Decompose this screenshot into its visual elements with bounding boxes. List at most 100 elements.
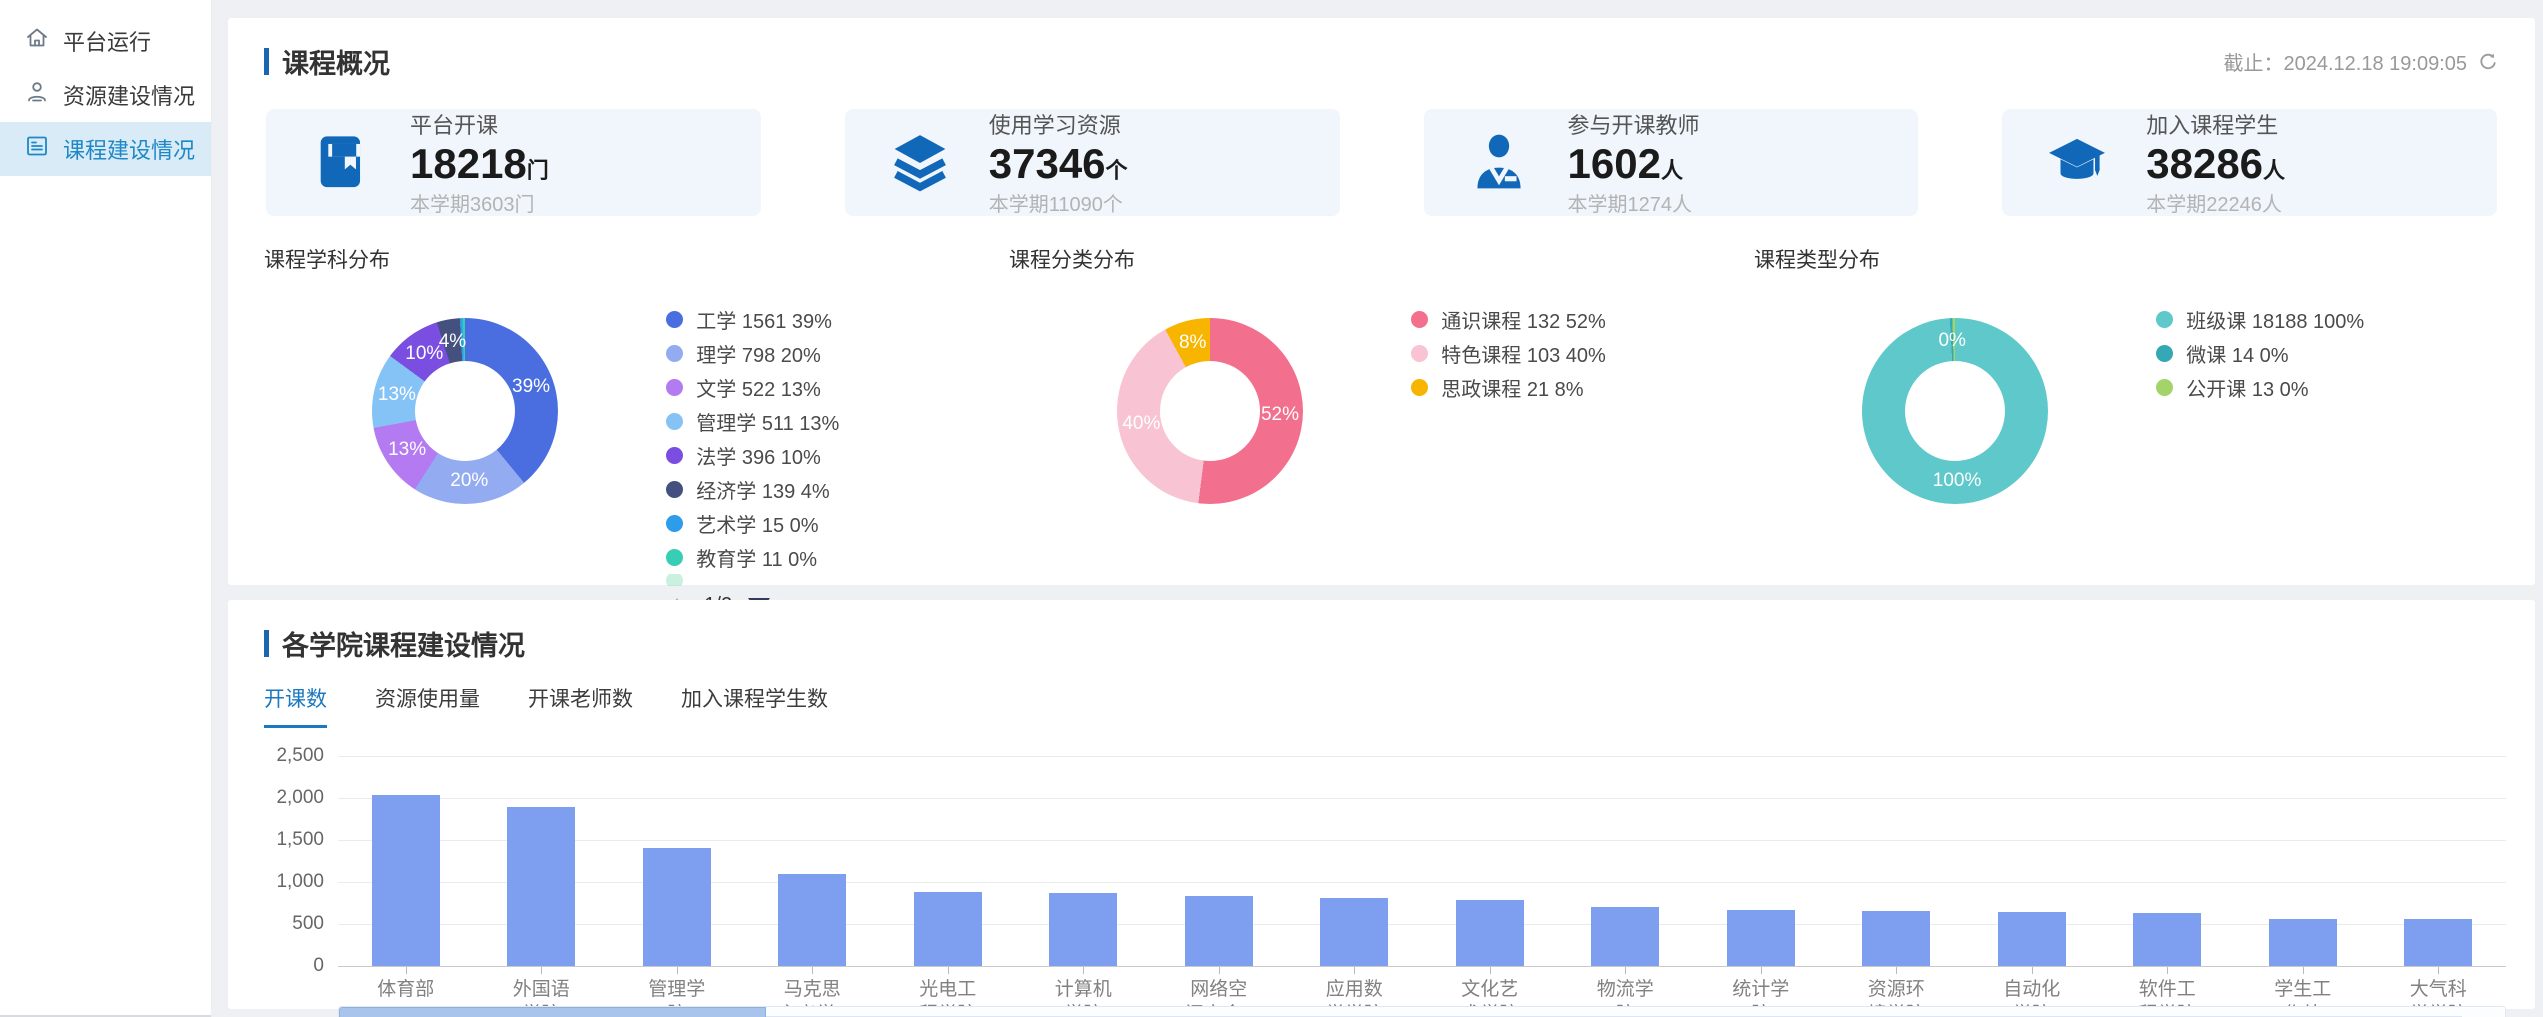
donut: 100%0% (1840, 296, 2070, 526)
stat-card-4: 加入课程学生38286人本学期22246人 (2002, 109, 2497, 216)
bar-自动化学院 (1998, 912, 2066, 966)
bar-光电工程学院 (914, 892, 982, 966)
bar-体育部 (372, 795, 440, 966)
bar-学生工作处 (2269, 919, 2337, 966)
stat-card-label: 平台开课 (410, 108, 549, 140)
bar-slot-自动化: 自动化学院 (1964, 756, 2100, 966)
bar-资源环境学院 (1862, 911, 1930, 966)
slice-label-法学: 10% (405, 343, 443, 365)
stat-card-3: 参与开课教师1602人本学期1274人 (1424, 109, 1919, 216)
book-icon (308, 130, 374, 196)
donut-wrap: 39%20%13%13%10%4% (264, 296, 666, 617)
x-axis-tick (948, 967, 949, 974)
gridline-0 (338, 966, 2506, 967)
x-axis-tick (406, 967, 407, 974)
stat-card-2: 使用学习资源37346个本学期11090个 (845, 109, 1340, 216)
bar-slot-软件工: 软件工程学院 (2100, 756, 2236, 966)
college-courses-panel: 各学院课程建设情况 开课数资源使用量开课老师数加入课程学生数 05001,000… (228, 600, 2535, 1009)
legend-item-思政课程[interactable]: 思政课程 21 8% (1411, 370, 1754, 404)
stat-card-value: 37346 (989, 140, 1106, 187)
slice-label-思政课程: 8% (1179, 332, 1206, 354)
legend-item-法学[interactable]: 法学 396 10% (666, 438, 1009, 472)
bar-slot-马克思: 马克思主义学.. (745, 756, 881, 966)
bar-slot-物流学: 物流学院 (1558, 756, 1694, 966)
pie-legend: 工学 1561 39% 理学 798 20%文学 522 13% 管理学 511 1… (666, 296, 1009, 617)
legend-label: 管理学 511 13% (696, 407, 839, 436)
legend-label: 公开课 13 0% (2186, 373, 2308, 402)
sidebar: 平台运行资源建设情况课程建设情况 (0, 0, 212, 1017)
legend-item-公开课[interactable]: 公开课 13 0% (2156, 370, 2499, 404)
course-overview-panel: 课程概况 截止：2024.12.18 19:09:05 平台开课18218门本学… (228, 18, 2535, 585)
pie-chart-title: 课程学科分布 (264, 244, 1009, 274)
y-axis-label: 1,000 (264, 871, 324, 893)
donut: 39%20%13%13%10%4% (350, 296, 580, 526)
bar-管理学院 (643, 848, 711, 966)
datazoom-slider-track[interactable] (338, 1006, 2506, 1017)
donut: 52% 40% 8% (1095, 296, 1325, 526)
bar-网络空间安全.. (1185, 896, 1253, 966)
bar-slot-大气科: 大气科学学院 (2371, 756, 2507, 966)
x-axis-tick (2303, 967, 2304, 974)
tab-4[interactable]: 加入课程学生数 (681, 683, 828, 728)
x-axis-tick (1761, 967, 1762, 974)
y-axis-label: 500 (264, 913, 324, 935)
bar-slot-外国语: 外国语学院 (474, 756, 610, 966)
bar-slot-体育部: 体育部 (338, 756, 474, 966)
tab-2[interactable]: 资源使用量 (375, 683, 480, 728)
legend-item-微课[interactable]: 微课 14 0% (2156, 336, 2499, 370)
home-icon (24, 25, 50, 57)
legend-item-通识课程[interactable]: 通识课程 132 52% (1411, 302, 1754, 336)
teacher-icon (1466, 130, 1532, 196)
x-axis-tick (1490, 967, 1491, 974)
donut-hole (1160, 361, 1260, 461)
legend-label: 理学 798 20% (696, 339, 821, 368)
layers-icon (887, 130, 953, 196)
x-axis-tick (1354, 967, 1355, 974)
pie-chart-body: 39%20%13%13%10%4% 工学 1561 39% 理学 798 20%文学… (264, 296, 1009, 617)
legend-item-特色课程[interactable]: 特色课程 103 40% (1411, 336, 1754, 370)
legend-item-艺术学[interactable]: 艺术学 15 0% (666, 506, 1009, 540)
x-axis-label: 体育部 (338, 978, 474, 1003)
stat-card-sub: 本学期3603门 (410, 188, 549, 217)
datazoom-slider-thumb[interactable] (339, 1007, 766, 1017)
sidebar-item-label: 平台运行 (63, 25, 151, 57)
legend-item-工学[interactable]: 工学 1561 39% (666, 302, 1009, 336)
legend-item-经济学[interactable]: 经济学 139 4% (666, 472, 1009, 506)
legend-label: 法学 396 10% (696, 441, 821, 470)
legend-item-教育学[interactable]: 教育学 11 0% (666, 540, 1009, 574)
pie-legend: 班级课 18188 100%微课 14 0% 公开课 13 0% (2156, 296, 2499, 526)
legend-item-理学[interactable]: 理学 798 20% (666, 336, 1009, 370)
pie-chart-3: 课程类型分布100%0%班级课 18188 100%微课 14 0%公开课 13… (1754, 244, 2499, 617)
stat-card-value-line: 18218门 (410, 142, 549, 186)
bar-文化艺术学院 (1456, 900, 1524, 966)
bar-物流学院 (1591, 907, 1659, 966)
stat-card-text: 使用学习资源37346个本学期11090个 (989, 108, 1128, 217)
legend-label: 教育学 11 0% (696, 543, 817, 572)
tab-3[interactable]: 开课老师数 (528, 683, 633, 728)
dashboard: 平台运行资源建设情况课程建设情况 课程概况 截止：2024.12.18 19:0… (0, 0, 2543, 1017)
graduate-icon (2044, 130, 2110, 196)
bar-plot-area: 05001,0001,5002,0002,500体育部外国语学院管理学院马克思主… (338, 756, 2506, 966)
stat-card-text: 参与开课教师1602人本学期1274人 (1568, 108, 1700, 217)
y-axis-label: 2,500 (264, 745, 324, 767)
x-axis-tick (2438, 967, 2439, 974)
legend-item-管理学[interactable]: 管理学 511 13% (666, 404, 1009, 438)
tab-1[interactable]: 开课数 (264, 683, 327, 728)
pie-chart-1: 课程学科分布 39%20%13%13%10%4% 工学 1561 39% 理学 798… (264, 244, 1009, 617)
x-axis-tick (1219, 967, 1220, 974)
sidebar-item-3[interactable]: 课程建设情况 (0, 122, 211, 176)
pie-charts-row: 课程学科分布 39%20%13%13%10%4% 工学 1561 39% 理学 798… (264, 244, 2499, 617)
x-axis-tick (2167, 967, 2168, 974)
legend-item-班级课[interactable]: 班级课 18188 100% (2156, 302, 2499, 336)
slice-label-通识课程: 52% (1261, 404, 1299, 426)
slice-label-特色课程: 40% (1122, 413, 1160, 435)
title-accent-bar (264, 48, 269, 75)
refresh-icon[interactable] (2477, 51, 2499, 73)
bar-计算机学院 (1049, 893, 1117, 966)
legend-dot (666, 481, 683, 498)
sidebar-item-2[interactable]: 资源建设情况 (0, 68, 211, 122)
bar-马克思主义学.. (778, 874, 846, 966)
legend-item-文学[interactable]: 文学 522 13% (666, 370, 1009, 404)
bar-slot-应用数: 应用数学学院 (1287, 756, 1423, 966)
sidebar-item-1[interactable]: 平台运行 (0, 14, 211, 68)
